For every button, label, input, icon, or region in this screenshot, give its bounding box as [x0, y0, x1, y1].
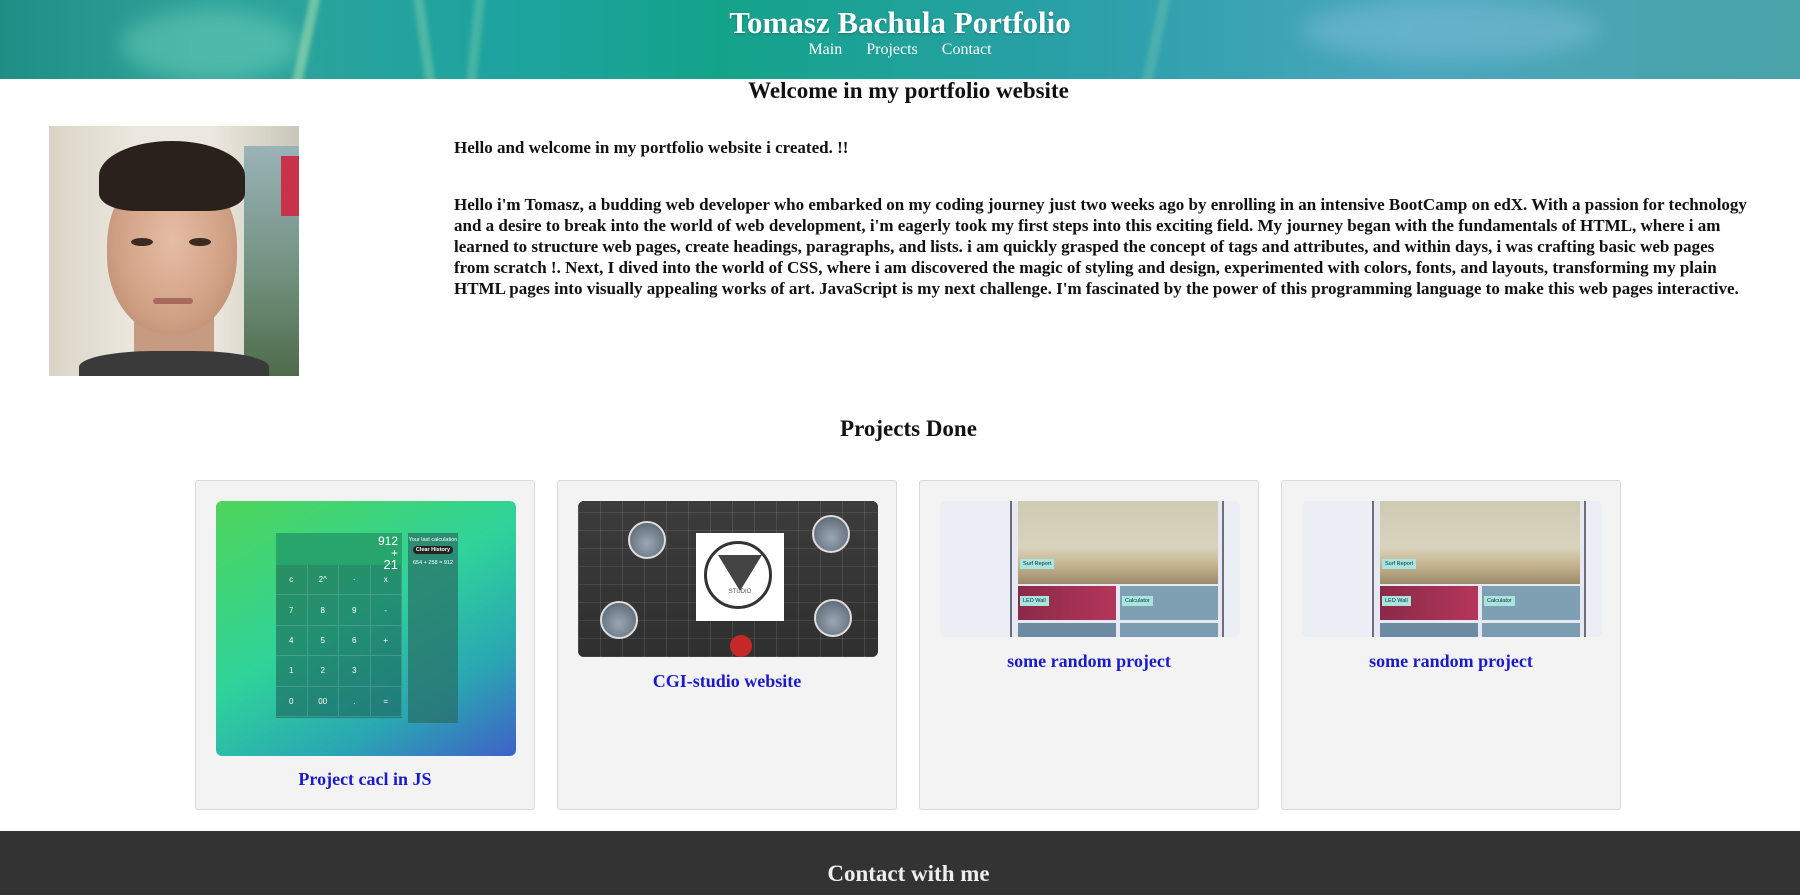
project-thumbnail-random[interactable]: Surf Report LED Wall Calculator [1302, 501, 1602, 637]
scroll-up-icon [730, 635, 752, 657]
calc-history-panel: Your last calculation Clear History 654 … [408, 533, 458, 723]
nav-link-projects[interactable]: Projects [866, 41, 918, 58]
calc-keypad: c 2^ · x 7 8 9 - 4 5 6 + 1 2 3 0 00 . = [276, 565, 402, 717]
cgi-studio-logo: STUDIO [696, 533, 784, 621]
contact-heading: Contact with me [827, 861, 990, 886]
photo-hair [99, 141, 245, 211]
profile-photo [49, 126, 299, 376]
project-caption-link[interactable]: CGI-studio website [558, 671, 896, 692]
project-thumbnail-random[interactable]: Surf Report LED Wall Calculator [940, 501, 1240, 637]
project-caption-link[interactable]: Project cacl in JS [196, 769, 534, 790]
project-thumbnail-calculator[interactable]: 912 + 21 c 2^ · x 7 8 9 - 4 5 6 + 1 2 3 … [216, 501, 516, 756]
main-nav: Main Projects Contact [0, 41, 1800, 59]
contact-footer: Contact with me [0, 831, 1800, 895]
site-header: Tomasz Bachula Portfolio Main Projects C… [0, 0, 1800, 79]
calc-display: 912 + 21 [276, 533, 402, 571]
project-caption-link[interactable]: some random project [920, 651, 1258, 672]
welcome-heading: Welcome in my portfolio website [748, 78, 1069, 103]
intro-text: Hello and welcome in my portfolio websit… [454, 138, 849, 157]
site-title: Tomasz Bachula Portfolio [729, 5, 1071, 40]
nav-link-contact[interactable]: Contact [942, 41, 992, 58]
project-caption-link[interactable]: some random project [1282, 651, 1620, 672]
projects-heading: Projects Done [840, 416, 977, 441]
nav-link-main[interactable]: Main [808, 41, 842, 58]
project-card[interactable]: Surf Report LED Wall Calculator some ran… [1281, 480, 1621, 810]
project-card[interactable]: Surf Report LED Wall Calculator some ran… [919, 480, 1259, 810]
project-card[interactable]: 912 + 21 c 2^ · x 7 8 9 - 4 5 6 + 1 2 3 … [195, 480, 535, 810]
project-thumbnail-cgi-studio[interactable]: STUDIO [578, 501, 878, 657]
project-card[interactable]: STUDIO CGI-studio website [557, 480, 897, 810]
bio-text: Hello i'm Tomasz, a budding web develope… [454, 195, 1747, 298]
